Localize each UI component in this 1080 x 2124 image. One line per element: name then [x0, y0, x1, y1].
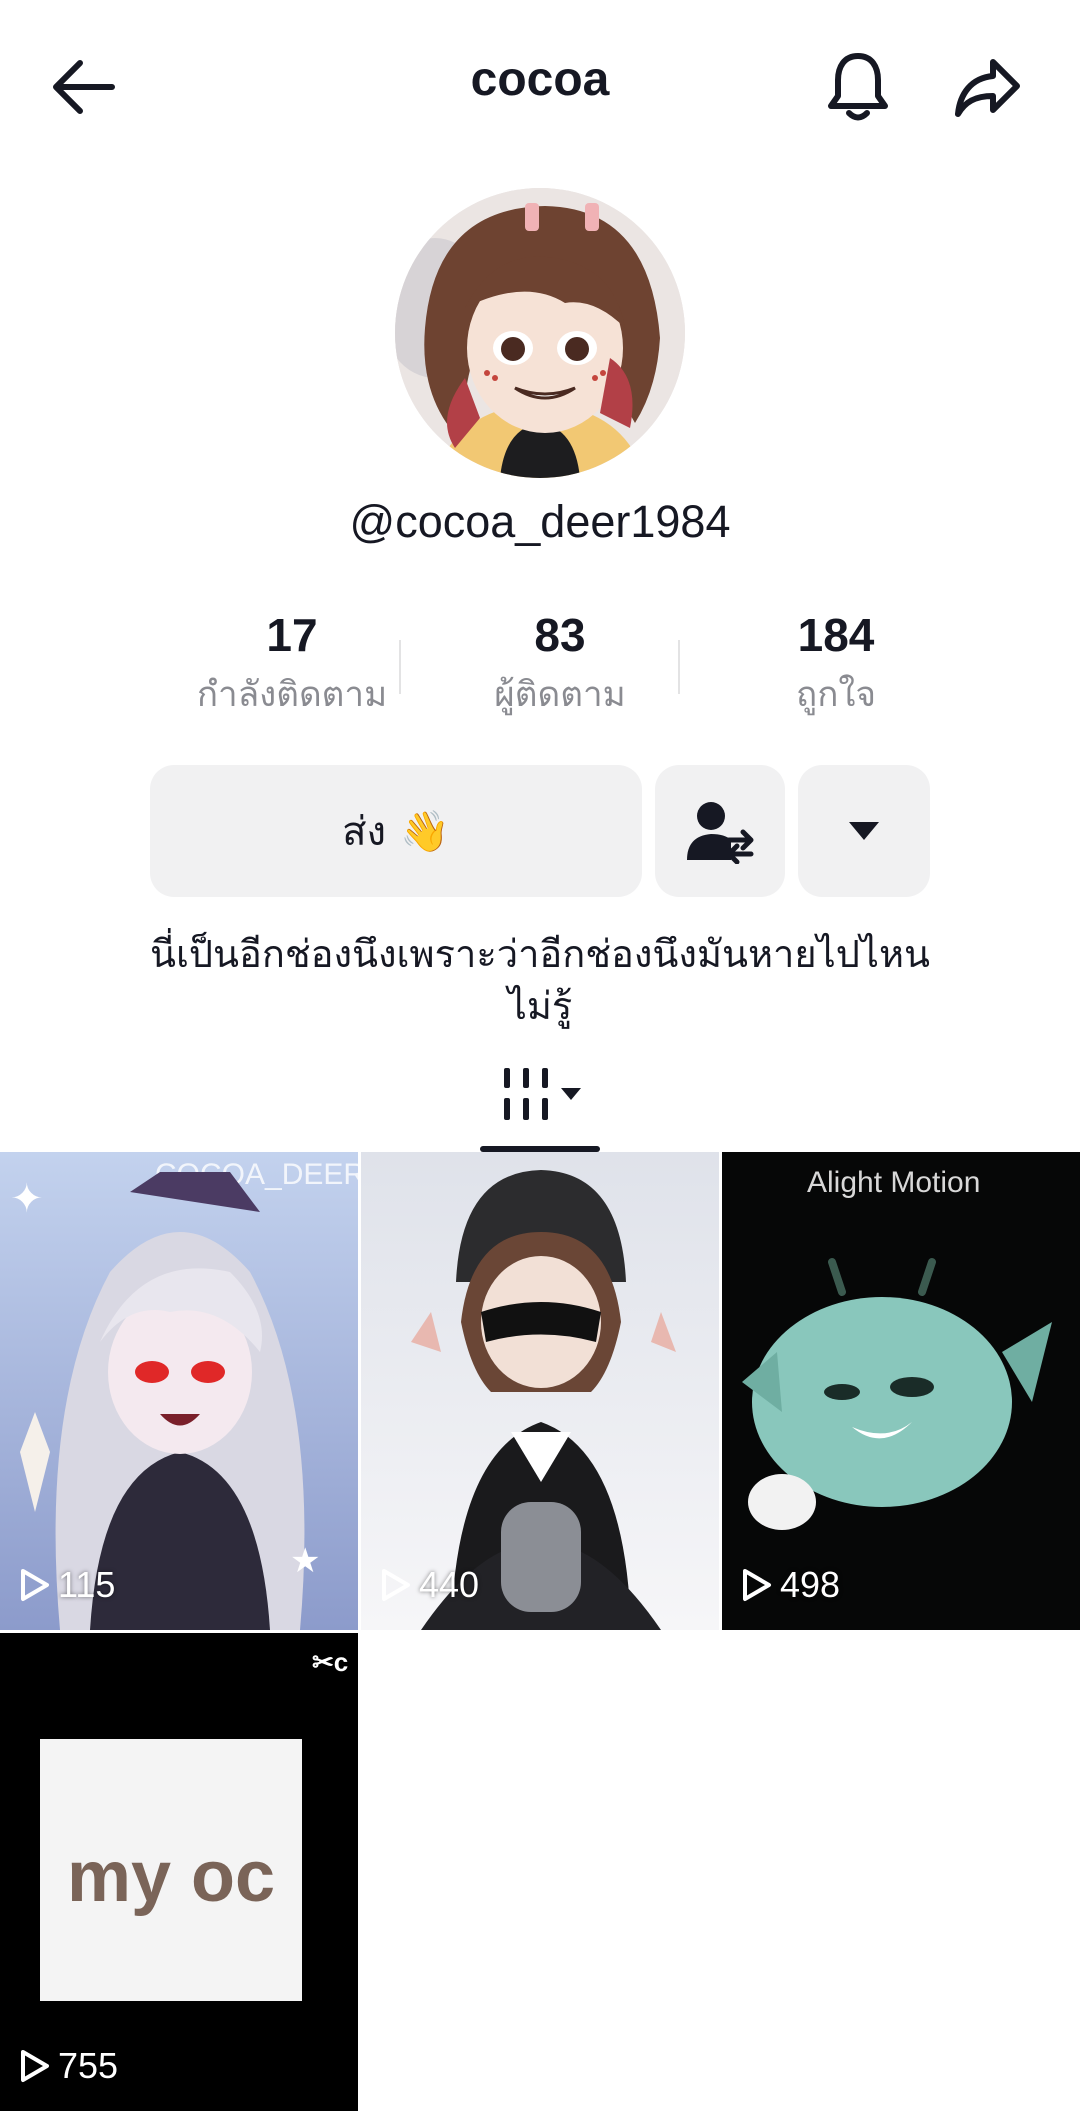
bell-icon: [828, 53, 888, 121]
stat-followers-label: ผู้ติดตาม: [494, 675, 626, 715]
stat-divider: [678, 640, 680, 694]
grid-bars-icon: [504, 1068, 548, 1120]
content-tabs: [0, 1048, 1080, 1152]
more-options-button[interactable]: [798, 765, 930, 897]
bio-line: ไม่รู้: [507, 984, 573, 1028]
view-count-value: 498: [780, 1564, 841, 1605]
profile-stats: 17 กำลังติดตาม 83 ผู้ติดตาม 184 ถูกใจ: [150, 605, 930, 735]
star-icon: ✦: [10, 1176, 44, 1222]
notification-button[interactable]: [813, 42, 903, 132]
caret-down-icon: [849, 822, 879, 840]
video-artwork: Alight Motion: [722, 1152, 1080, 1630]
play-icon: [743, 1569, 771, 1601]
send-label: ส่ง: [342, 809, 387, 855]
waving-hand-icon: 👋: [400, 808, 450, 855]
suggested-friends-button[interactable]: [655, 765, 785, 897]
video-thumbnail[interactable]: COCOA_DEER ✦ ★ 115: [0, 1152, 358, 1630]
video-artwork: [361, 1152, 719, 1630]
top-bar: cocoa: [0, 0, 1080, 170]
view-count: 115: [20, 1564, 115, 1606]
send-message-button[interactable]: ส่ง 👋: [150, 765, 642, 897]
play-icon: [21, 2050, 49, 2082]
video-grid: COCOA_DEER ✦ ★ 115 440 Alight Motion 498…: [0, 1152, 1080, 2124]
video-thumbnail[interactable]: Alight Motion 498: [722, 1152, 1080, 1630]
avatar-image: [395, 188, 685, 478]
video-thumbnail[interactable]: ✂c my oc 755: [0, 1633, 358, 2111]
view-count-value: 755: [58, 2045, 119, 2086]
stat-likes[interactable]: 184 ถูกใจ: [716, 605, 956, 725]
stat-divider: [399, 640, 401, 694]
video-thumbnail[interactable]: 440: [361, 1152, 719, 1630]
play-icon: [21, 1569, 49, 1601]
view-count: 440: [381, 1564, 479, 1606]
tab-videos[interactable]: [500, 1066, 582, 1122]
view-count: 755: [20, 2045, 118, 2087]
stat-followers-count: 83: [534, 609, 586, 661]
arrow-left-icon: [53, 60, 115, 114]
bio-line: นี่เป็นอีกช่องนึงเพราะว่าอีกช่องนึงมันหา…: [149, 932, 931, 976]
capcut-logo: ✂c: [312, 1647, 348, 1677]
stat-following[interactable]: 17 กำลังติดตาม: [172, 605, 412, 725]
profile-bio: นี่เป็นอีกช่องนึงเพราะว่าอีกช่องนึงมันหา…: [60, 928, 1020, 1032]
stat-following-label: กำลังติดตาม: [196, 675, 388, 715]
profile-username: @cocoa_deer1984: [349, 496, 731, 547]
view-count-value: 440: [419, 1564, 480, 1605]
play-icon: [382, 1569, 410, 1601]
stat-likes-count: 184: [797, 609, 875, 661]
star-icon: ★: [290, 1541, 320, 1581]
stat-likes-label: ถูกใจ: [796, 675, 876, 715]
avatar[interactable]: [395, 188, 685, 478]
stat-following-count: 17: [266, 609, 318, 661]
add-friend-swap-icon: [687, 802, 754, 864]
share-arrow-icon: [955, 59, 1020, 117]
caret-down-icon: [561, 1088, 581, 1100]
video-artwork: ✂c my oc: [0, 1633, 358, 2111]
share-button[interactable]: [943, 42, 1033, 132]
thumbnail-caption: my oc: [67, 1837, 275, 1917]
page-title: cocoa: [470, 53, 610, 106]
view-count-value: 115: [58, 1564, 116, 1605]
watermark-text: Alight Motion: [807, 1166, 980, 1199]
back-button[interactable]: [38, 42, 128, 132]
view-count: 498: [742, 1564, 840, 1606]
video-artwork: COCOA_DEER ✦ ★: [0, 1152, 358, 1630]
stat-followers[interactable]: 83 ผู้ติดตาม: [440, 605, 680, 725]
